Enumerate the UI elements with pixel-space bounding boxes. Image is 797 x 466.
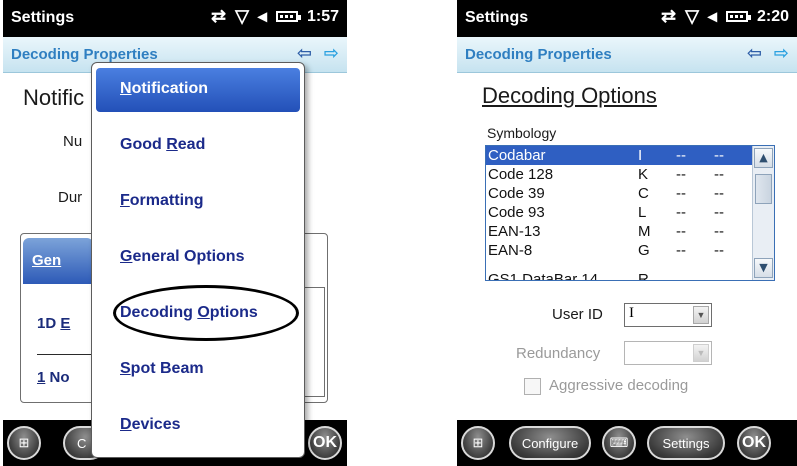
tab-general-partial[interactable]: Gen: [23, 238, 93, 284]
menu-item-good-read[interactable]: Good Read: [96, 124, 300, 168]
keyboard-icon: ⌨: [609, 435, 629, 450]
configure-button[interactable]: Configure: [509, 426, 591, 460]
no-signal-icon: ▽: [235, 6, 249, 26]
no-signal-icon: ▽: [685, 6, 699, 26]
back-arrow-icon[interactable]: ⇦: [747, 43, 762, 64]
menu-item-formatting[interactable]: Formatting: [96, 180, 300, 224]
scroll-down-icon[interactable]: ▼: [754, 258, 773, 278]
dropdown-arrow-icon[interactable]: ▼: [693, 306, 709, 324]
scroll-up-icon[interactable]: ▲: [754, 148, 773, 168]
row-separator: [37, 354, 97, 355]
page-heading-partial: Notific: [23, 85, 85, 110]
windows-start-button[interactable]: ⊞: [461, 426, 495, 460]
user-id-label: User ID: [552, 306, 603, 323]
decoding-options-page: Decoding Options Symbology Codabar I -- …: [457, 73, 797, 420]
scroll-thumb[interactable]: [755, 174, 772, 204]
header-bar: Decoding Properties ⇦ ⇨: [457, 37, 797, 73]
settings-menu: Notification Good Read Formatting Genera…: [91, 62, 305, 458]
forward-arrow-icon[interactable]: ⇨: [324, 43, 339, 64]
ok-button[interactable]: OK: [308, 426, 342, 460]
status-title: Settings: [465, 9, 529, 26]
forward-arrow-icon[interactable]: ⇨: [774, 43, 789, 64]
menu-item-notification[interactable]: Notification: [96, 68, 300, 112]
row-1d-partial[interactable]: 1D E: [37, 315, 70, 332]
status-bar: Settings ⇄ ▽ ◂ 2:20: [457, 0, 797, 37]
right-device-screen: Settings ⇄ ▽ ◂ 2:20 Decoding Properties …: [457, 0, 797, 466]
status-icons: ⇄ ▽ ◂ 2:20: [661, 6, 789, 27]
symbology-label: Symbology: [487, 125, 557, 141]
number-label-partial: Nu: [63, 133, 83, 150]
back-arrow-icon[interactable]: ⇦: [297, 43, 312, 64]
sync-arrows-icon: ⇄: [210, 6, 227, 26]
battery-icon: [725, 11, 751, 22]
list-item[interactable]: EAN-13 M -- --: [486, 222, 752, 241]
list-item[interactable]: GS1 DataBar 14 R: [486, 270, 752, 280]
dropdown-arrow-icon[interactable]: ▼: [693, 344, 709, 362]
aggressive-decoding-label: Aggressive decoding: [549, 377, 689, 394]
symbology-listbox[interactable]: Codabar I -- -- Code 128 K -- -- Code 39…: [485, 145, 775, 281]
list-item[interactable]: Code 93 L -- --: [486, 203, 752, 222]
volume-icon: ◂: [257, 6, 267, 26]
windows-flag-icon: ⊞: [472, 435, 484, 450]
status-bar: Settings ⇄ ▽ ◂ 1:57: [3, 0, 347, 37]
status-title: Settings: [11, 9, 75, 26]
sync-arrows-icon: ⇄: [660, 6, 677, 26]
menu-item-decoding-options[interactable]: Decoding Options: [96, 292, 300, 336]
duration-label-partial: Dur: [58, 189, 83, 206]
menu-item-general-options[interactable]: General Options: [96, 236, 300, 280]
list-item[interactable]: Code 128 K -- --: [486, 165, 752, 184]
header-title: Decoding Properties: [11, 46, 158, 63]
battery-icon: [275, 11, 301, 22]
aggressive-decoding-checkbox[interactable]: [524, 378, 541, 395]
menu-item-devices[interactable]: Devices: [96, 404, 300, 448]
row-1-partial[interactable]: 1 No: [37, 369, 70, 386]
windows-start-button[interactable]: ⊞: [7, 426, 41, 460]
redundancy-label: Redundancy: [516, 345, 601, 362]
menu-item-spot-beam[interactable]: Spot Beam: [96, 348, 300, 392]
settings-button[interactable]: Settings: [647, 426, 725, 460]
list-item[interactable]: Code 39 C -- --: [486, 184, 752, 203]
clock: 2:20: [756, 7, 789, 25]
redundancy-combo[interactable]: ▼: [624, 341, 712, 365]
list-scrollbar[interactable]: ▲ ▼: [752, 146, 774, 280]
user-id-combo[interactable]: I ▼: [624, 303, 712, 327]
status-icons: ⇄ ▽ ◂ 1:57: [211, 6, 339, 27]
taskbar: ⊞ Configure ⌨ Settings OK: [457, 420, 797, 466]
nav-arrows: ⇦ ⇨: [297, 43, 339, 64]
volume-icon: ◂: [707, 6, 717, 26]
keyboard-button[interactable]: ⌨: [602, 426, 636, 460]
windows-flag-icon: ⊞: [18, 435, 30, 450]
nav-arrows: ⇦ ⇨: [747, 43, 789, 64]
list-item[interactable]: EAN-8 G -- --: [486, 241, 752, 260]
clock: 1:57: [306, 7, 339, 25]
list-item[interactable]: Codabar I -- --: [486, 146, 752, 165]
left-device-screen: Settings ⇄ ▽ ◂ 1:57 Decoding Properties …: [3, 0, 347, 466]
header-title: Decoding Properties: [465, 46, 612, 63]
page-title: Decoding Options: [482, 83, 657, 108]
ok-button[interactable]: OK: [737, 426, 771, 460]
